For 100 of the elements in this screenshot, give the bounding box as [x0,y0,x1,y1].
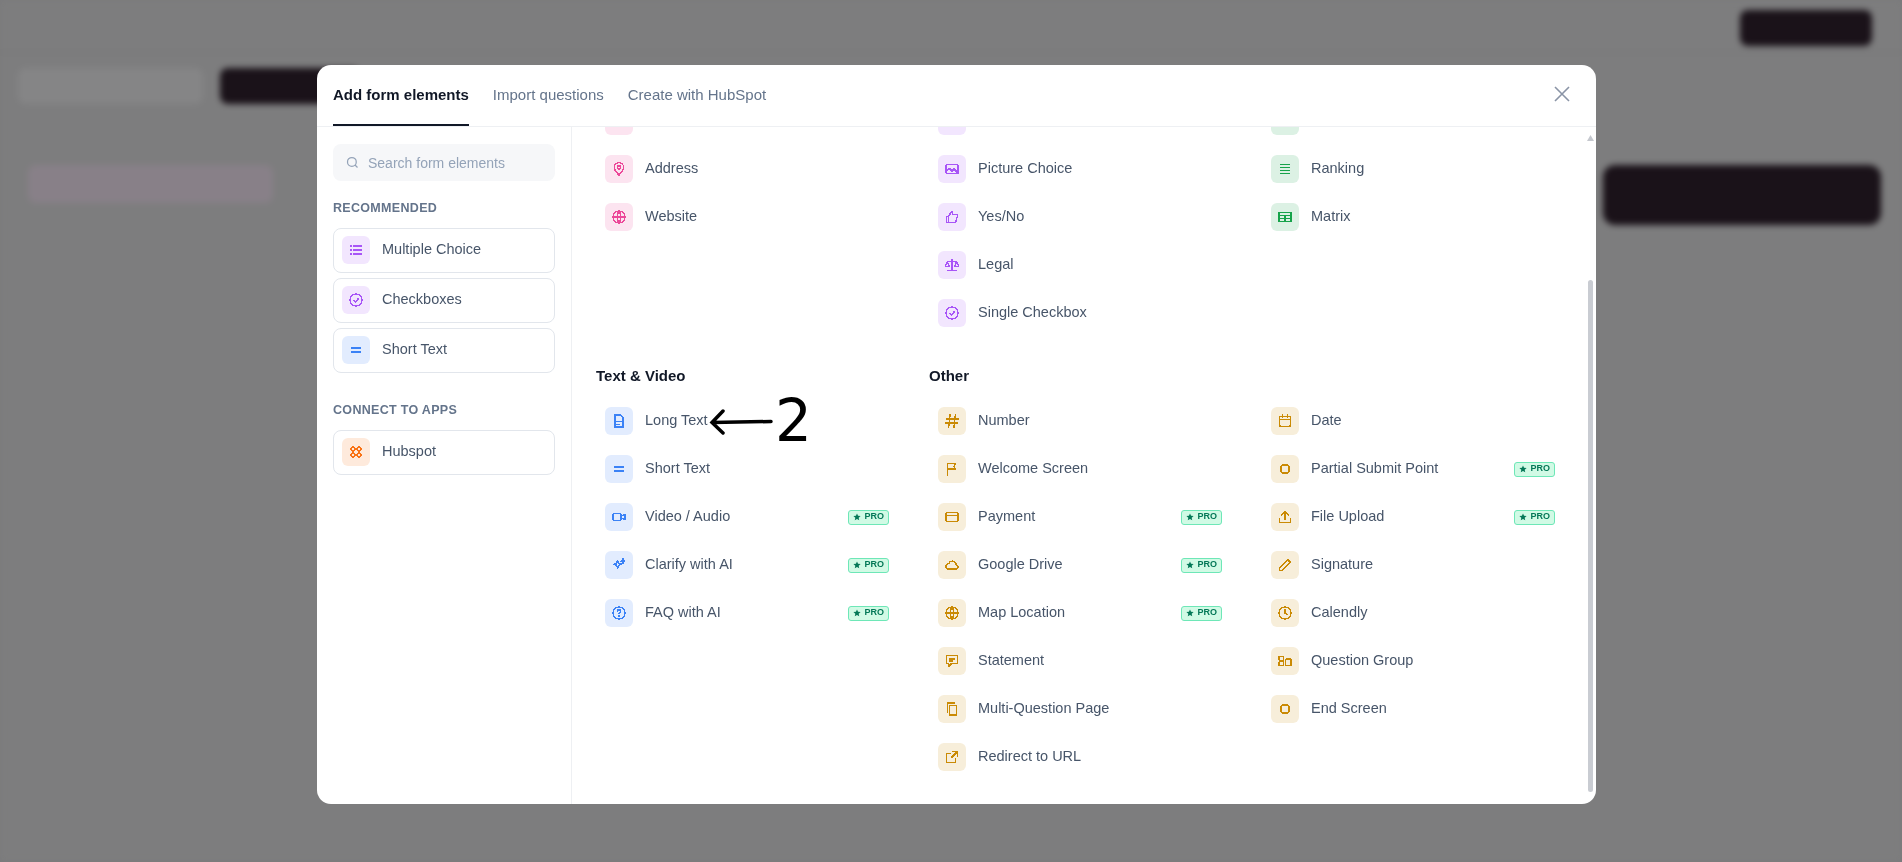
element-card[interactable]: Short Text [333,327,555,373]
thumbs-up-icon [938,203,966,231]
speech-bubble-icon [938,647,966,675]
element-item[interactable]: Date [1262,397,1348,445]
element-label: Number [978,411,1030,431]
element-label: Checkboxes [382,290,462,310]
pro-badge: PRO [1514,509,1555,525]
element-item[interactable]: Signature [1262,541,1380,589]
element-item[interactable]: Picture Choice [929,145,1079,193]
list-icon [342,236,370,265]
element-item[interactable]: FAQ with AI PRO [596,589,889,637]
element-item[interactable]: Long Text [596,397,714,445]
element-item[interactable]: Video / Audio PRO [596,493,889,541]
scroll-up-icon[interactable] [1587,135,1594,141]
element-label: Signature [1311,555,1374,575]
element-label: File Upload [1311,507,1385,527]
element-label: Picture Choice [978,159,1073,179]
element-label: Short Text [382,340,448,360]
equals-icon [342,336,370,365]
element-item[interactable]: Welcome Screen [929,445,1095,493]
equals-icon [605,455,633,483]
element-item[interactable]: Clarify with AI PRO [596,541,889,589]
annotation-label: 2 [775,389,812,453]
section-heading: Text & Video [596,365,687,386]
element-item[interactable]: Statement [929,637,1051,685]
element-label: Long Text [645,411,708,431]
element-label: Yes/No [978,207,1025,227]
grid-icon [342,438,370,466]
element-label: Address [645,159,699,179]
upload-icon [1271,503,1299,531]
element-item[interactable]: Yes/No [929,193,1031,241]
element-item[interactable]: Matrix [1262,193,1357,241]
element-label: Question Group [1311,651,1414,671]
search-field[interactable]: Search form elements [333,144,555,181]
element-label: Payment [978,507,1036,527]
element-label: Website [645,207,698,227]
element-item[interactable]: Partial Submit Point PRO [1262,445,1555,493]
document-icon [605,407,633,435]
element-label: End Screen [1311,699,1387,719]
pro-badge: PRO [1514,461,1555,477]
scales-icon [938,251,966,279]
element-card[interactable]: Multiple Choice [333,227,555,273]
pencil-icon [1271,551,1299,579]
cloud-icon [938,551,966,579]
video-camera-icon [605,503,633,531]
element-label: Calendly [1311,603,1368,623]
element-item[interactable]: Single Checkbox [929,289,1093,337]
element-item[interactable]: Question Group [1262,637,1420,685]
element-item[interactable]: Redirect to URL [929,733,1088,781]
pro-badge: PRO [1181,509,1222,525]
element-item[interactable]: Google Drive PRO [929,541,1222,589]
element-label: Map Location [978,603,1066,623]
element-item[interactable]: Payment PRO [929,493,1222,541]
pro-badge: PRO [1181,557,1222,573]
element-card[interactable]: Checkboxes [333,277,555,323]
tab[interactable]: Import questions [492,65,604,126]
element-label: Short Text [645,459,711,479]
globe-icon [938,599,966,627]
element-item[interactable]: File Upload PRO [1262,493,1555,541]
flag-icon [938,455,966,483]
section-heading: CONNECT TO APPS [333,401,459,419]
element-label: Redirect to URL [978,747,1082,767]
element-card[interactable]: Hubspot [333,429,555,475]
element-label: FAQ with AI [645,603,721,623]
calendar-icon [1271,407,1299,435]
element-item[interactable]: Address [596,145,705,193]
clock-icon [1271,599,1299,627]
hash-icon [938,407,966,435]
pro-badge: PRO [1181,605,1222,621]
element-item[interactable]: Calendly [1262,589,1374,637]
pro-badge: PRO [848,509,889,525]
credit-card-icon [938,503,966,531]
pages-icon [938,695,966,723]
blocks-icon [1271,647,1299,675]
close-icon[interactable] [1552,84,1572,104]
element-label: Legal [978,255,1014,275]
pro-badge: PRO [848,557,889,573]
element-label: Matrix [1311,207,1351,227]
element-label: Ranking [1311,159,1365,179]
tab[interactable]: Add form elements [333,65,469,126]
element-item[interactable]: Legal [929,241,1020,289]
element-item[interactable]: Number [929,397,1036,445]
element-item[interactable]: Multi-Question Page [929,685,1116,733]
annotation-arrow [709,409,773,435]
element-label: Single Checkbox [978,303,1087,323]
element-label: Hubspot [382,442,436,462]
image-icon [938,155,966,183]
element-label: Video / Audio [645,507,731,527]
element-label: Date [1311,411,1342,431]
element-label: Google Drive [978,555,1063,575]
element-item[interactable]: Map Location PRO [929,589,1222,637]
element-label: Multiple Choice [382,240,482,260]
element-label: Statement [978,651,1045,671]
tab[interactable]: Create with HubSpot [627,65,767,126]
pro-badge: PRO [848,605,889,621]
element-item[interactable]: Short Text [596,445,717,493]
element-item[interactable]: Ranking [1262,145,1371,193]
element-item[interactable]: Website [596,193,704,241]
element-label: Multi-Question Page [978,699,1110,719]
element-item[interactable]: End Screen [1262,685,1393,733]
